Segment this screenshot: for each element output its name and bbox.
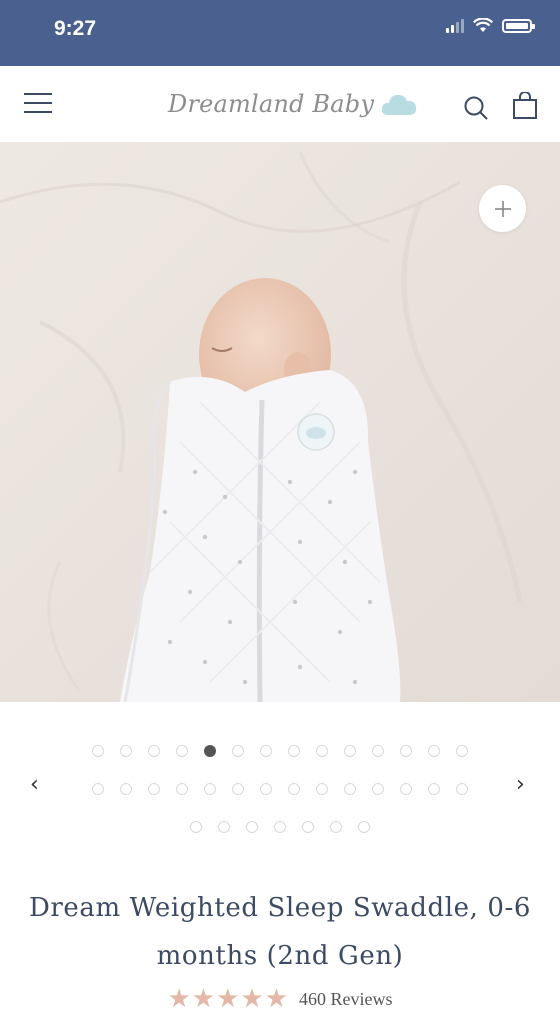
gallery-dot[interactable] (120, 745, 132, 757)
cloud-logo-icon (381, 95, 417, 115)
gallery-dot[interactable] (176, 783, 188, 795)
gallery-dot[interactable] (428, 783, 440, 795)
gallery-dot[interactable] (344, 783, 356, 795)
wifi-icon (473, 18, 493, 32)
reviews-count[interactable]: 460 Reviews (299, 989, 393, 1010)
gallery-dot[interactable] (274, 821, 286, 833)
gallery-dot[interactable] (372, 745, 384, 757)
battery-icon (502, 18, 535, 33)
gallery-dot[interactable] (92, 745, 104, 757)
gallery-dot[interactable] (246, 821, 258, 833)
gallery-dots-row (0, 745, 560, 757)
gallery-dot[interactable] (288, 745, 300, 757)
rating[interactable]: ★★★★★ 460 Reviews (0, 984, 560, 1014)
gallery-dot[interactable] (456, 783, 468, 795)
zoom-button[interactable] (479, 185, 526, 232)
gallery-dot[interactable] (344, 745, 356, 757)
gallery-dot[interactable] (400, 745, 412, 757)
gallery-dot[interactable] (176, 745, 188, 757)
gallery-dot[interactable] (232, 783, 244, 795)
baby-in-swaddle-image (0, 142, 560, 702)
gallery-dot[interactable] (204, 783, 216, 795)
gallery-dot[interactable] (358, 821, 370, 833)
search-icon[interactable] (463, 95, 489, 121)
gallery-dot[interactable] (120, 783, 132, 795)
gallery-dot[interactable] (190, 821, 202, 833)
status-time: 9:27 (54, 17, 97, 40)
gallery-dot[interactable] (400, 783, 412, 795)
chevron-right-icon[interactable]: › (516, 772, 525, 797)
gallery-dot[interactable] (260, 745, 272, 757)
gallery-dot[interactable] (148, 745, 160, 757)
gallery-dot[interactable] (372, 783, 384, 795)
menu-icon[interactable] (24, 93, 52, 115)
gallery-dots-row (0, 821, 560, 833)
gallery-dots-row (0, 783, 560, 795)
gallery-dot[interactable] (260, 783, 272, 795)
star-rating-icon: ★★★★★ (167, 984, 290, 1014)
brand-logo[interactable]: Dreamland Baby (168, 86, 418, 122)
plus-icon (494, 200, 511, 217)
gallery-dot[interactable] (148, 783, 160, 795)
gallery-dot[interactable] (316, 745, 328, 757)
gallery-dot[interactable] (302, 821, 314, 833)
gallery-dot[interactable] (330, 821, 342, 833)
signal-icon (446, 18, 464, 33)
gallery-dot[interactable] (316, 783, 328, 795)
status-icons (446, 18, 535, 33)
gallery-dot[interactable] (92, 783, 104, 795)
shopping-bag-icon[interactable] (512, 92, 538, 120)
gallery-dot[interactable] (288, 783, 300, 795)
gallery-dot[interactable] (232, 745, 244, 757)
brand-name: Dreamland Baby (168, 90, 375, 118)
status-bar: 9:27 (0, 0, 560, 66)
gallery-dot[interactable] (428, 745, 440, 757)
gallery-dot[interactable] (456, 745, 468, 757)
chevron-left-icon[interactable]: ‹ (30, 772, 39, 797)
product-image[interactable] (0, 142, 560, 702)
product-title: Dream Weighted Sleep Swaddle, 0-6 months… (28, 893, 532, 971)
gallery-dot[interactable] (218, 821, 230, 833)
gallery-dot[interactable] (204, 745, 216, 757)
